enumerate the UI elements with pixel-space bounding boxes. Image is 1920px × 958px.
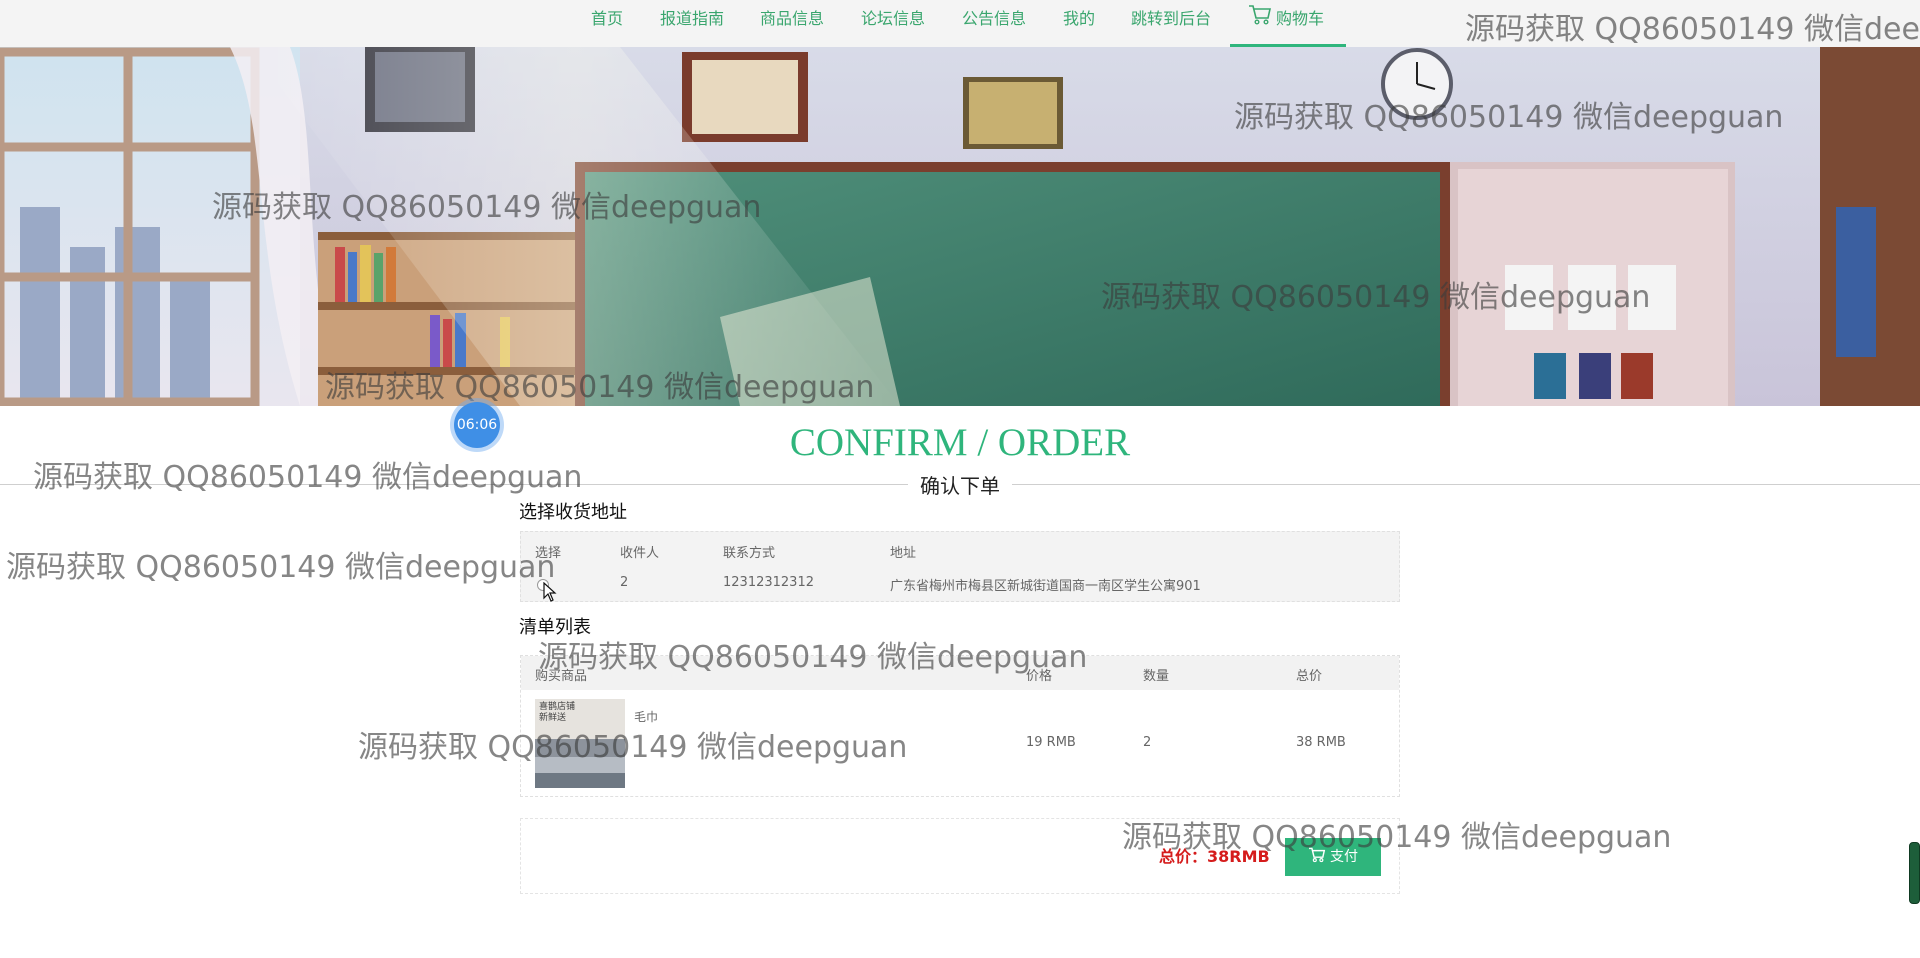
mouse-cursor-icon [543,582,557,602]
scrollbar-thumb[interactable] [1909,842,1920,904]
col-header-address: 地址 [890,546,917,561]
col-header-price: 价格 [1026,669,1053,684]
classroom-illustration [0,47,1920,406]
cart-table: 购买商品 价格 数量 总价 喜鹊店铺 新鲜送 毛巾 19 RMB 2 38 RM… [520,655,1400,797]
cart-icon [1309,847,1326,863]
phone-cell: 12312312312 [723,575,814,590]
nav-cart[interactable]: 购物车 [1230,0,1346,47]
page-title: CONFIRM / ORDER [789,421,1131,464]
thumbnail-caption: 喜鹊店铺 新鲜送 [539,702,576,723]
address-cell: 广东省梅州市梅县区新城街道国商一南区学生公寓901 [890,579,1201,594]
col-header-total: 总价 [1296,669,1323,684]
nav-forum[interactable]: 论坛信息 [861,0,925,47]
nav-guide[interactable]: 报道指南 [660,0,724,47]
qty-cell: 2 [1143,735,1152,750]
pay-button[interactable]: 支付 [1285,838,1381,876]
col-header-select: 选择 [535,546,562,561]
col-header-product: 购买商品 [535,669,588,684]
watermark-text: 源码获取 QQ86050149 微信deepguan [6,550,556,585]
col-header-recipient: 收件人 [620,546,660,561]
classroom-banner [0,47,1920,406]
recipient-cell: 2 [620,575,629,590]
product-thumbnail[interactable]: 喜鹊店铺 新鲜送 [535,699,625,788]
nav-announcements[interactable]: 公告信息 [962,0,1026,47]
timer-badge[interactable]: 06:06 [454,402,500,448]
address-heading: 选择收货地址 [519,502,627,523]
order-total: 总价：38RMB [1159,847,1270,866]
nav-products[interactable]: 商品信息 [760,0,824,47]
nav-home[interactable]: 首页 [591,0,623,47]
product-name: 毛巾 [634,710,659,724]
page-subtitle: 确认下单 [0,470,1920,499]
pay-button-label: 支付 [1330,849,1358,865]
price-cell: 19 RMB [1026,735,1076,750]
cart-header-row [521,656,1399,690]
line-total-cell: 38 RMB [1296,735,1346,750]
cart-icon [1249,5,1271,25]
top-nav: 首页 报道指南 商品信息 论坛信息 公告信息 我的 跳转到后台 购物车 [0,0,1920,48]
address-table: 选择 收件人 联系方式 地址 2 12312312312 广东省梅州市梅县区新城… [520,531,1400,602]
nav-cart-label: 购物车 [1276,9,1325,28]
page-subtitle-text: 确认下单 [908,474,1012,498]
nav-mine[interactable]: 我的 [1063,0,1095,47]
col-header-phone: 联系方式 [723,546,776,561]
col-header-qty: 数量 [1143,669,1170,684]
cart-heading: 清单列表 [519,617,591,638]
nav-admin[interactable]: 跳转到后台 [1131,0,1211,47]
